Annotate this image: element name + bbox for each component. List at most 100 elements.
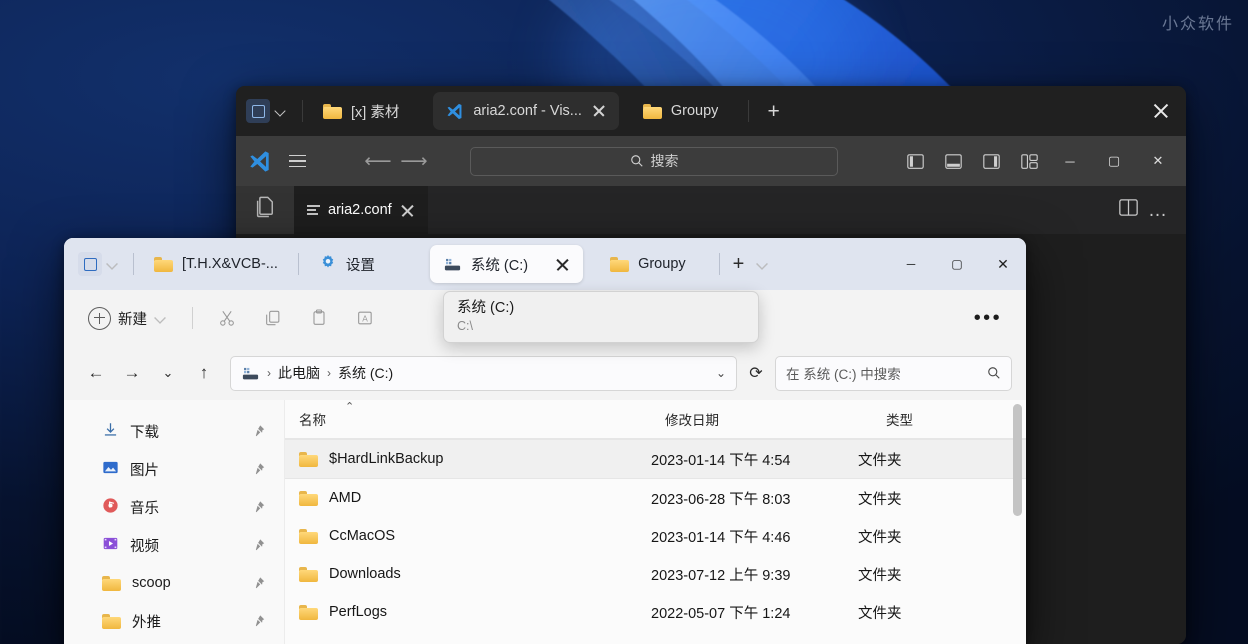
close-icon[interactable] <box>555 257 570 272</box>
chevron-down-icon[interactable]: ⌄ <box>150 356 186 390</box>
file-date: 2023-07-12 上午 9:39 <box>651 567 791 584</box>
vscode-title-bar: ⟵ ⟶ 搜索 ─ ▢ ✕ <box>236 136 1186 186</box>
breadcrumb-item-this-pc[interactable]: 此电脑 <box>278 363 320 383</box>
table-row[interactable]: $HardLinkBackup 2023-01-14 下午 4:54 文件夹 <box>285 439 1026 479</box>
arrow-up-icon[interactable]: ↑ <box>186 356 222 390</box>
explorer-files-icon[interactable] <box>252 194 279 226</box>
paste-icon[interactable] <box>299 301 339 335</box>
pin-icon[interactable] <box>252 538 266 552</box>
toggle-primary-sidebar-icon[interactable] <box>896 144 934 178</box>
table-row[interactable]: PerfLogs 2022-05-07 下午 1:24 文件夹 <box>285 593 1026 631</box>
explorer-tab-system-c[interactable]: 系统 (C:) <box>429 245 584 283</box>
maximize-button[interactable]: ▢ <box>934 238 980 290</box>
groupy-app-switcher[interactable] <box>236 99 294 123</box>
music-icon <box>102 497 119 518</box>
toggle-panel-icon[interactable] <box>934 144 972 178</box>
window-snapshot-icon[interactable] <box>246 99 270 123</box>
maximize-button[interactable]: ▢ <box>1092 144 1136 178</box>
new-tab-button[interactable]: + <box>757 101 789 122</box>
sidebar-item-music[interactable]: 音乐 <box>64 488 284 526</box>
window-snapshot-icon[interactable] <box>78 252 102 276</box>
file-name-cell: $HardLinkBackup <box>285 451 651 467</box>
pin-icon[interactable] <box>252 614 266 628</box>
toggle-secondary-sidebar-icon[interactable] <box>972 144 1010 178</box>
vscode-search-box[interactable]: 搜索 <box>470 146 838 176</box>
groupy-tab-groupy[interactable]: Groupy <box>631 92 731 130</box>
file-type: 文件夹 <box>858 452 902 469</box>
breadcrumb-separator: › <box>267 366 271 380</box>
breadcrumb-item-system-c[interactable]: 系统 (C:) <box>338 363 393 383</box>
explorer-tab-settings[interactable]: 设置 <box>306 245 388 283</box>
chevron-down-icon[interactable]: ⌄ <box>716 366 726 380</box>
more-actions-button[interactable]: … <box>1148 201 1168 220</box>
column-header-name[interactable]: ⌃ 名称 <box>285 401 651 429</box>
table-row[interactable]: Downloads 2023-07-12 上午 9:39 文件夹 <box>285 555 1026 593</box>
refresh-icon[interactable]: ⟳ <box>737 356 775 390</box>
table-row[interactable]: AMD 2023-06-28 下午 8:03 文件夹 <box>285 479 1026 517</box>
explorer-navigation-pane: 下载 图片 音乐 视频 scoop 外推 <box>64 400 284 644</box>
groupy-tab-aria2conf[interactable]: aria2.conf - Vis... <box>433 92 619 130</box>
folder-icon <box>323 103 342 119</box>
close-button[interactable]: ✕ <box>1136 144 1180 178</box>
vscode-search-placeholder: 搜索 <box>650 153 679 169</box>
groupy-app-switcher[interactable] <box>64 252 126 276</box>
groupy-tab-sucai[interactable]: [x] 素材 <box>311 92 411 130</box>
explorer-tab-label: 设置 <box>345 257 375 274</box>
pin-icon[interactable] <box>252 500 266 514</box>
close-window-button[interactable] <box>1152 102 1170 120</box>
sidebar-item-pictures[interactable]: 图片 <box>64 450 284 488</box>
explorer-tab-label: Groupy <box>638 256 686 272</box>
see-more-button[interactable]: ••• <box>974 308 1012 328</box>
arrow-right-icon[interactable]: ⟶ <box>396 144 432 178</box>
pin-icon[interactable] <box>252 462 266 476</box>
sidebar-item-scoop[interactable]: scoop <box>64 564 284 602</box>
sidebar-item-waitui[interactable]: 外推 <box>64 602 284 640</box>
folder-icon <box>299 451 318 467</box>
divider <box>133 253 134 275</box>
arrow-left-icon[interactable]: ⟵ <box>360 144 396 178</box>
pin-icon[interactable] <box>252 424 266 438</box>
folder-icon <box>102 613 121 629</box>
explorer-tab-groupy[interactable]: Groupy <box>597 245 699 283</box>
copy-icon[interactable] <box>253 301 293 335</box>
rename-icon[interactable]: A <box>345 301 385 335</box>
breadcrumb[interactable]: › 此电脑 › 系统 (C:) ⌄ <box>230 355 737 391</box>
hamburger-icon[interactable] <box>280 144 314 178</box>
vscode-editor-tab-label: aria2.conf <box>328 202 392 218</box>
table-row[interactable]: CcMacOS 2023-01-14 下午 4:46 文件夹 <box>285 517 1026 555</box>
chevron-down-icon[interactable] <box>756 257 770 271</box>
chevron-down-icon[interactable] <box>106 257 120 271</box>
groupy-tab-label: aria2.conf - Vis... <box>473 103 582 119</box>
arrow-left-icon[interactable]: ← <box>78 356 114 390</box>
split-editor-icon[interactable] <box>1119 199 1138 221</box>
close-icon[interactable] <box>400 203 415 218</box>
search-input[interactable]: 在 系统 (C:) 中搜索 <box>775 355 1012 391</box>
site-watermark: 小众软件 <box>1161 14 1234 33</box>
new-tab-button[interactable]: + <box>727 253 751 276</box>
vscode-editor-tab[interactable]: aria2.conf <box>294 186 428 234</box>
column-header-date[interactable]: 修改日期 <box>651 409 872 429</box>
cut-icon[interactable] <box>207 301 247 335</box>
explorer-tab-label: [T.H.X&VCB-... <box>182 256 278 272</box>
close-button[interactable]: ✕ <box>980 238 1026 290</box>
close-icon[interactable] <box>591 103 607 119</box>
minimize-button[interactable]: ─ <box>1048 144 1092 178</box>
groupy-tab-label: Groupy <box>670 103 719 119</box>
sidebar-item-downloads[interactable]: 下载 <box>64 412 284 450</box>
new-button[interactable]: 新建 <box>78 301 178 335</box>
explorer-tab-thx[interactable]: [T.H.X&VCB-... <box>141 245 291 283</box>
file-name-cell: CcMacOS <box>285 528 651 544</box>
column-header-type[interactable]: 类型 <box>872 409 1026 429</box>
explorer-address-bar: ← → ⌄ ↑ › 此电脑 › 系统 (C:) ⌄ ⟳ 在 系统 (C:) 中搜… <box>64 346 1026 400</box>
vscode-logo-icon <box>242 149 276 174</box>
customize-layout-icon[interactable] <box>1010 144 1048 178</box>
pin-icon[interactable] <box>252 576 266 590</box>
sidebar-item-videos[interactable]: 视频 <box>64 526 284 564</box>
vertical-scrollbar[interactable] <box>1013 404 1022 640</box>
arrow-right-icon[interactable]: → <box>114 356 150 390</box>
minimize-button[interactable]: ─ <box>888 238 934 290</box>
chevron-down-icon[interactable] <box>274 104 288 118</box>
scrollbar-thumb[interactable] <box>1013 404 1022 516</box>
file-name-cell: PerfLogs <box>285 604 651 620</box>
chevron-down-icon[interactable] <box>154 311 168 325</box>
